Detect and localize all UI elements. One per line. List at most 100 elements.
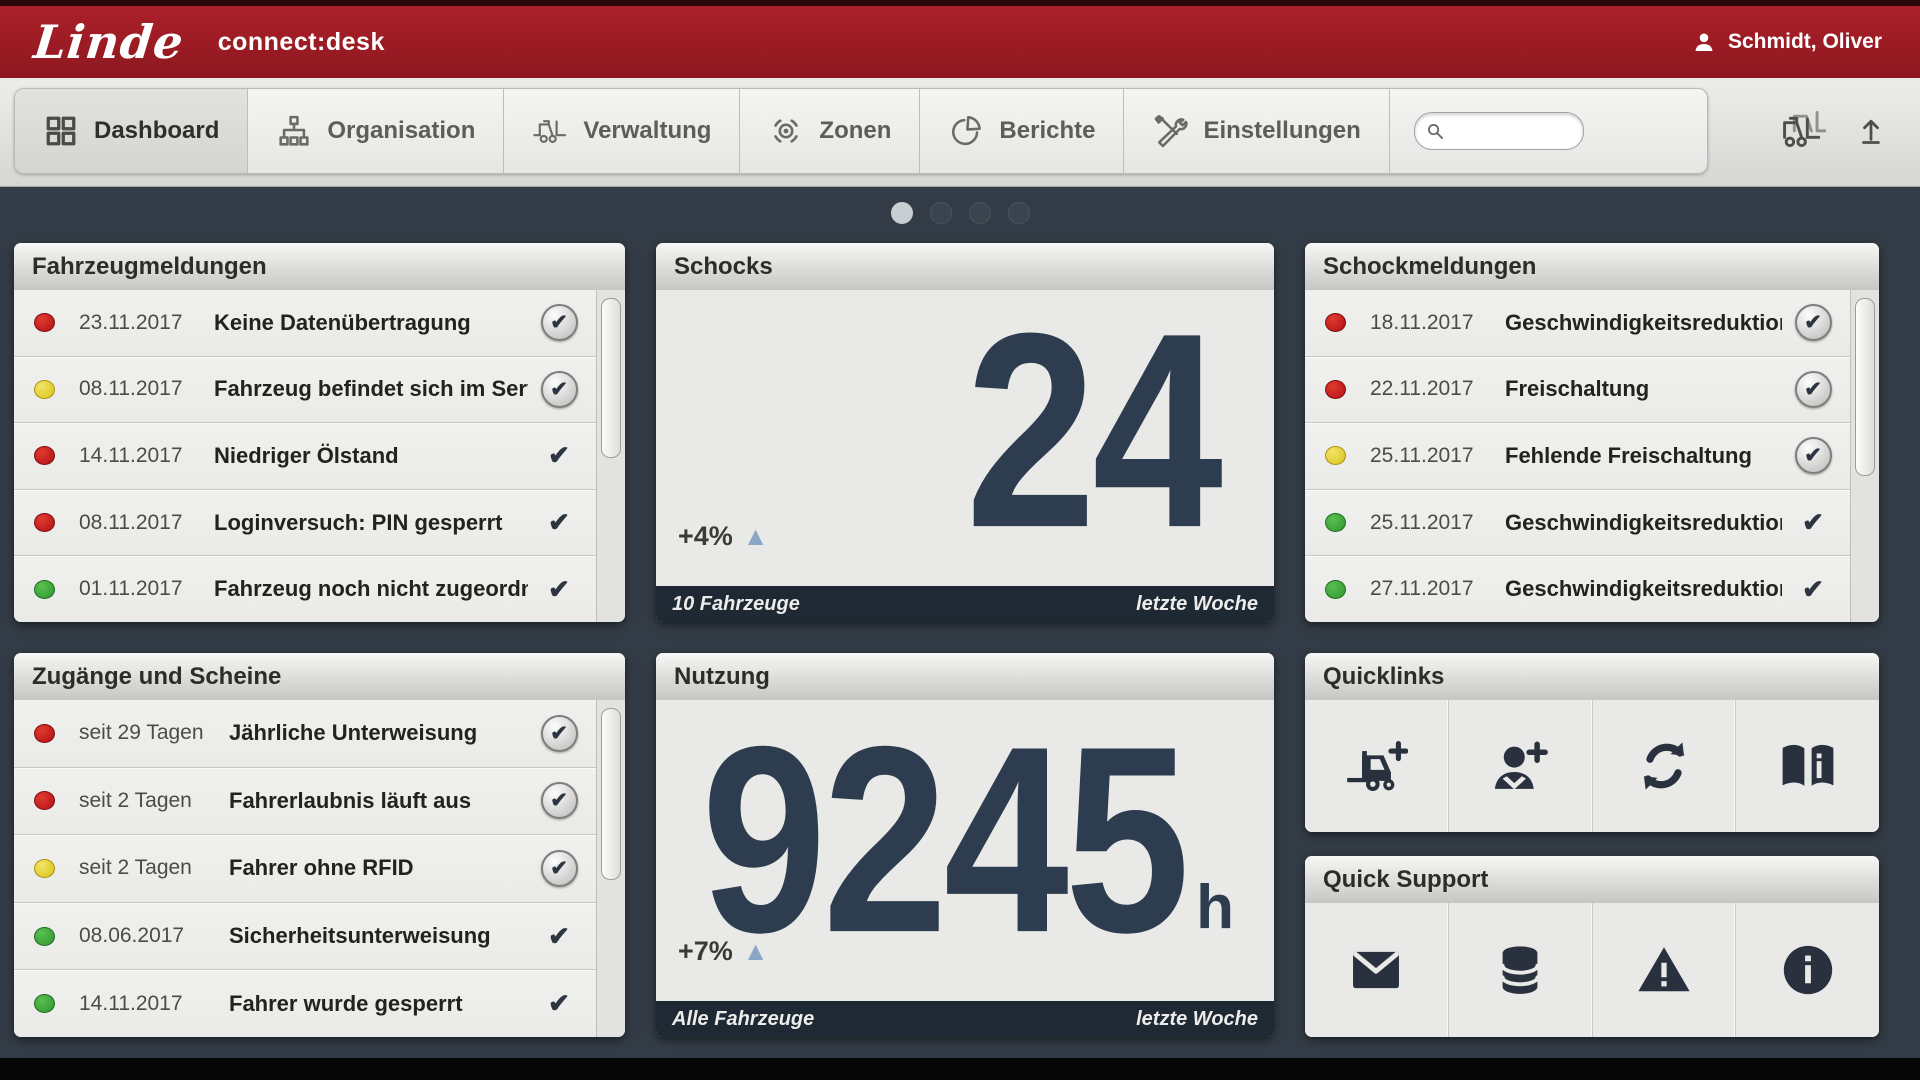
item-text: Freischaltung xyxy=(1505,376,1782,402)
forklift-icon xyxy=(532,114,568,148)
acknowledge-button[interactable]: ✔ xyxy=(541,850,578,887)
acknowledge-button[interactable]: ✔ xyxy=(541,715,578,752)
item-date: 22.11.2017 xyxy=(1370,377,1495,401)
message-list: seit 29 TagenJährliche Unterweisung✔seit… xyxy=(14,700,596,1037)
status-dot-green xyxy=(34,927,55,946)
scrollbar-thumb[interactable] xyxy=(601,708,621,880)
forklift-fleet-icon[interactable] xyxy=(1774,108,1826,152)
tab-zonen[interactable]: Zonen xyxy=(740,89,920,173)
list-item[interactable]: 14.11.2017Niedriger Ölstand✔ xyxy=(14,422,596,489)
acknowledge-button[interactable]: ✔ xyxy=(541,371,578,408)
carousel-dot-3[interactable] xyxy=(969,202,991,224)
list-item[interactable]: 08.11.2017Loginversuch: PIN gesperrt✔ xyxy=(14,489,596,556)
scrollbar[interactable] xyxy=(1850,290,1879,622)
quicklinks-add-vehicle-button[interactable] xyxy=(1305,700,1449,832)
tab-dashboard[interactable]: Dashboard xyxy=(15,89,248,173)
list-item[interactable]: 25.11.2017 Fehlende Freischaltung ✔ xyxy=(1305,422,1850,489)
list-item[interactable]: 08.06.2017Sicherheitsunterweisung✔ xyxy=(14,902,596,970)
list-item[interactable]: 14.11.2017Fahrer wurde gesperrt✔ xyxy=(14,969,596,1037)
list-item[interactable]: 27.11.2017Geschwindigkeitsreduktion✔ xyxy=(1305,555,1850,622)
card-zugaenge-und-scheine: Zugänge und Scheine seit 29 TagenJährlic… xyxy=(14,653,625,1037)
user-name: Schmidt, Oliver xyxy=(1728,30,1882,54)
item-text: Fehlende Freischaltung xyxy=(1505,443,1782,469)
carousel-dot-4[interactable] xyxy=(1008,202,1030,224)
list-item[interactable]: seit 29 TagenJährliche Unterweisung✔ xyxy=(14,700,596,767)
dashboard-grid-icon xyxy=(43,114,79,148)
quicklinks-add-driver-button[interactable] xyxy=(1449,700,1593,832)
scrollbar[interactable] xyxy=(596,290,625,622)
scrollbar[interactable] xyxy=(596,700,625,1037)
item-date: 25.11.2017 xyxy=(1370,511,1495,535)
kpi-body: 24 +4% ▲ xyxy=(656,290,1274,586)
carousel-dot-2[interactable] xyxy=(930,202,952,224)
acknowledge-button[interactable]: ✔ xyxy=(541,782,578,819)
ack-cell: ✔ xyxy=(536,574,582,605)
item-date: seit 2 Tagen xyxy=(79,789,219,813)
status-dot-red xyxy=(34,513,55,532)
acknowledge-button[interactable]: ✔ xyxy=(1795,371,1832,408)
card-nutzung: Nutzung 9245 h +7% ▲ Alle Fahrzeuge letz… xyxy=(656,653,1274,1037)
tab-einstellungen[interactable]: Einstellungen xyxy=(1124,89,1389,173)
tab-organisation[interactable]: Organisation xyxy=(248,89,504,173)
quicklinks-sync-button[interactable] xyxy=(1593,700,1737,832)
card-title: Schocks xyxy=(656,243,1274,291)
item-date: 08.11.2017 xyxy=(79,377,204,401)
status-dot-green xyxy=(34,994,55,1013)
database-icon xyxy=(1488,941,1552,999)
carousel-dot-1[interactable] xyxy=(891,202,913,224)
org-chart-icon xyxy=(276,114,312,148)
card-quicklinks: Quicklinks xyxy=(1305,653,1879,832)
search-input[interactable] xyxy=(1451,116,1575,146)
quick-support-info-button[interactable] xyxy=(1736,903,1879,1037)
manual-book-icon xyxy=(1776,737,1840,795)
list-item[interactable]: 18.11.2017Geschwindigkeitsreduktion✔ xyxy=(1305,290,1850,356)
quick-support-email-button[interactable] xyxy=(1305,903,1449,1037)
list-item[interactable]: 23.11.2017Keine Datenübertragung✔ xyxy=(14,290,596,356)
tab-label: Verwaltung xyxy=(583,117,711,145)
status-dot-yellow xyxy=(34,859,55,878)
list-item[interactable]: 25.11.2017Geschwindigkeitsreduktion✔ xyxy=(1305,489,1850,556)
kpi-body: 9245 h +7% ▲ xyxy=(656,700,1274,1001)
user-menu[interactable]: Schmidt, Oliver xyxy=(1692,6,1882,78)
list-item[interactable]: seit 2 TagenFahrer ohne RFID✔ xyxy=(14,834,596,902)
ack-cell: ✔ xyxy=(1790,304,1836,341)
ack-cell: ✔ xyxy=(536,988,582,1019)
acknowledged-check-icon: ✔ xyxy=(548,507,570,538)
list-item[interactable]: 22.11.2017 Freischaltung ✔ xyxy=(1305,356,1850,423)
tab-verwaltung[interactable]: Verwaltung xyxy=(504,89,740,173)
quick-support-incident-button[interactable] xyxy=(1593,903,1737,1037)
acknowledge-button[interactable]: ✔ xyxy=(1795,437,1832,474)
tab-berichte[interactable]: Berichte xyxy=(920,89,1124,173)
scrollbar-thumb[interactable] xyxy=(601,298,621,458)
kpi-value: 24 xyxy=(966,322,1219,538)
item-date: 23.11.2017 xyxy=(79,311,204,335)
list-item[interactable]: seit 2 Tagen Fahrerlaubnis läuft aus ✔ xyxy=(14,767,596,835)
status-dot-red xyxy=(34,791,55,810)
acknowledge-button[interactable]: ✔ xyxy=(541,304,578,341)
warning-icon xyxy=(1632,941,1696,999)
item-date: 25.11.2017 xyxy=(1370,444,1495,468)
acknowledged-check-icon: ✔ xyxy=(548,921,570,952)
list-item[interactable]: 08.11.2017Fahrzeug befindet sich im Serv… xyxy=(14,356,596,423)
upload-icon[interactable] xyxy=(1856,108,1886,152)
item-date: 08.11.2017 xyxy=(79,511,204,535)
kpi-trend: +7% ▲ xyxy=(678,936,769,967)
item-text: Fahrerlaubnis läuft aus xyxy=(229,788,528,814)
tab-bar: DashboardOrganisation Verwaltung Zonen Beri… xyxy=(14,88,1708,174)
message-list: 23.11.2017Keine Datenübertragung✔08.11.2… xyxy=(14,290,596,622)
acknowledged-check-icon: ✔ xyxy=(548,440,570,471)
acknowledge-button[interactable]: ✔ xyxy=(1795,304,1832,341)
item-text: Niedriger Ölstand xyxy=(214,443,528,469)
quick-support-grid xyxy=(1305,903,1879,1037)
item-text: Geschwindigkeitsreduktion xyxy=(1505,576,1782,602)
quicklinks-manual-button[interactable] xyxy=(1736,700,1879,832)
scrollbar-thumb[interactable] xyxy=(1855,298,1875,476)
tab-label: Berichte xyxy=(999,117,1095,145)
pie-chart-icon xyxy=(948,114,984,148)
quick-support-database-button[interactable] xyxy=(1449,903,1593,1037)
ack-cell: ✔ xyxy=(536,921,582,952)
acknowledged-check-icon: ✔ xyxy=(548,988,570,1019)
status-dot-green xyxy=(1325,580,1346,599)
ack-cell: ✔ xyxy=(536,304,582,341)
list-item[interactable]: 01.11.2017Fahrzeug noch nicht zugeordnet… xyxy=(14,555,596,622)
